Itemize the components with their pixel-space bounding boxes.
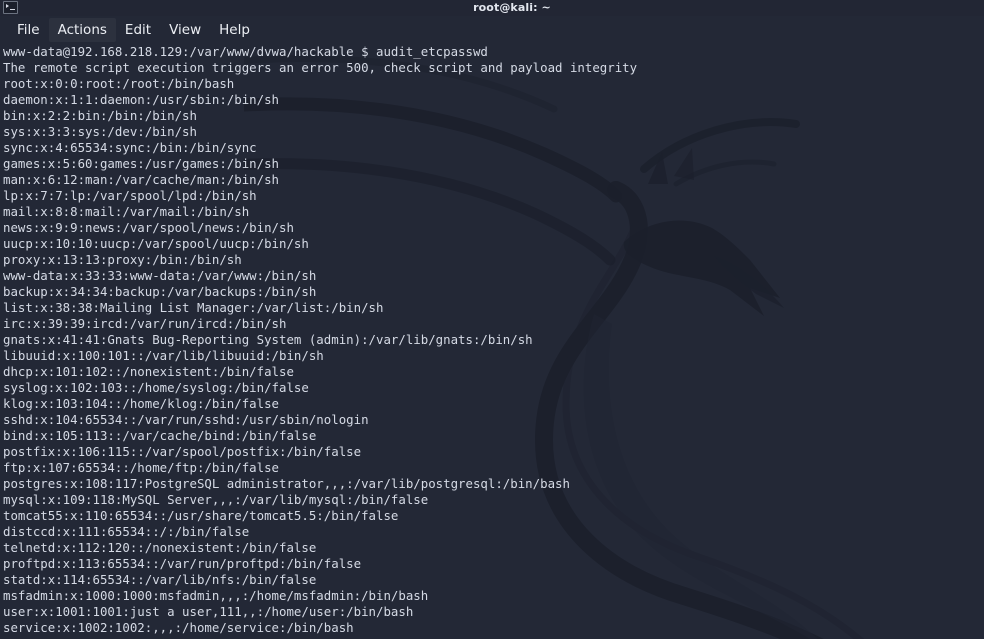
terminal-icon: [3, 1, 18, 14]
window-titlebar: root@kali: ~: [0, 0, 984, 16]
window-title: root@kali: ~: [473, 1, 551, 14]
terminal-output-line: man:x:6:12:man:/var/cache/man:/bin/sh: [3, 172, 280, 187]
menu-item-view[interactable]: View: [160, 18, 210, 42]
terminal-prompt-line: www-data@192.168.218.129:/var/www/dvwa/h…: [3, 44, 488, 59]
terminal-output-line: sshd:x:104:65534::/var/run/sshd:/usr/sbi…: [3, 412, 369, 427]
terminal-output-line: sync:x:4:65534:sync:/bin:/bin/sync: [3, 140, 257, 155]
terminal-output-line: lp:x:7:7:lp:/var/spool/lpd:/bin/sh: [3, 188, 257, 203]
terminal-output-line: proftpd:x:113:65534::/var/run/proftpd:/b…: [3, 556, 362, 571]
terminal-output-line: root:x:0:0:root:/root:/bin/bash: [3, 76, 235, 91]
terminal-output-line: irc:x:39:39:ircd:/var/run/ircd:/bin/sh: [3, 316, 287, 331]
terminal-output-line: service:x:1002:1002:,,,:/home/service:/b…: [3, 620, 354, 635]
terminal-output-line: mysql:x:109:118:MySQL Server,,,:/var/lib…: [3, 492, 429, 507]
terminal-output-line: sys:x:3:3:sys:/dev:/bin/sh: [3, 124, 197, 139]
terminal-output-line: The remote script execution triggers an …: [3, 60, 638, 75]
menu-item-edit[interactable]: Edit: [116, 18, 160, 42]
terminal-output-line: proxy:x:13:13:proxy:/bin:/bin/sh: [3, 252, 242, 267]
terminal-output-line: list:x:38:38:Mailing List Manager:/var/l…: [3, 300, 384, 315]
terminal-output-line: postfix:x:106:115::/var/spool/postfix:/b…: [3, 444, 362, 459]
menu-item-actions[interactable]: Actions: [48, 18, 116, 42]
menu-item-help[interactable]: Help: [210, 18, 259, 42]
terminal-output-line: statd:x:114:65534::/var/lib/nfs:/bin/fal…: [3, 572, 317, 587]
terminal-output-line: distccd:x:111:65534::/:/bin/false: [3, 524, 250, 539]
terminal-output-line: postgres:x:108:117:PostgreSQL administra…: [3, 476, 570, 491]
terminal-output-line: dhcp:x:101:102::/nonexistent:/bin/false: [3, 364, 294, 379]
terminal-output-line: telnetd:x:112:120::/nonexistent:/bin/fal…: [3, 540, 317, 555]
terminal-output-line: user:x:1001:1001:just a user,111,,:/home…: [3, 604, 414, 619]
terminal-output-line: msfadmin:x:1000:1000:msfadmin,,,:/home/m…: [3, 588, 429, 603]
terminal-output-line: games:x:5:60:games:/usr/games:/bin/sh: [3, 156, 280, 171]
terminal-output-line: syslog:x:102:103::/home/syslog:/bin/fals…: [3, 380, 309, 395]
terminal-text: www-data@192.168.218.129:/var/www/dvwa/h…: [0, 44, 984, 636]
terminal-output-line: ftp:x:107:65534::/home/ftp:/bin/false: [3, 460, 280, 475]
terminal-output-line: uucp:x:10:10:uucp:/var/spool/uucp:/bin/s…: [3, 236, 309, 251]
menu-item-file[interactable]: File: [8, 18, 49, 42]
terminal-output-line: libuuid:x:100:101::/var/lib/libuuid:/bin…: [3, 348, 324, 363]
terminal-output-line: mail:x:8:8:mail:/var/mail:/bin/sh: [3, 204, 250, 219]
terminal-output-area[interactable]: www-data@192.168.218.129:/var/www/dvwa/h…: [0, 44, 984, 639]
terminal-output-line: www-data:x:33:33:www-data:/var/www:/bin/…: [3, 268, 317, 283]
terminal-output-line: bind:x:105:113::/var/cache/bind:/bin/fal…: [3, 428, 317, 443]
menubar: File Actions Edit View Help: [0, 16, 984, 44]
terminal-window: root@kali: ~ FileActionsEditViewHelp: [0, 0, 984, 639]
terminal-output-line: bin:x:2:2:bin:/bin:/bin/sh: [3, 108, 197, 123]
terminal-output-line: backup:x:34:34:backup:/var/backups:/bin/…: [3, 284, 317, 299]
terminal-output-line: tomcat55:x:110:65534::/usr/share/tomcat5…: [3, 508, 399, 523]
terminal-output-line: gnats:x:41:41:Gnats Bug-Reporting System…: [3, 332, 533, 347]
terminal-output-line: news:x:9:9:news:/var/spool/news:/bin/sh: [3, 220, 294, 235]
terminal-output-line: klog:x:103:104::/home/klog:/bin/false: [3, 396, 280, 411]
terminal-output-line: daemon:x:1:1:daemon:/usr/sbin:/bin/sh: [3, 92, 280, 107]
